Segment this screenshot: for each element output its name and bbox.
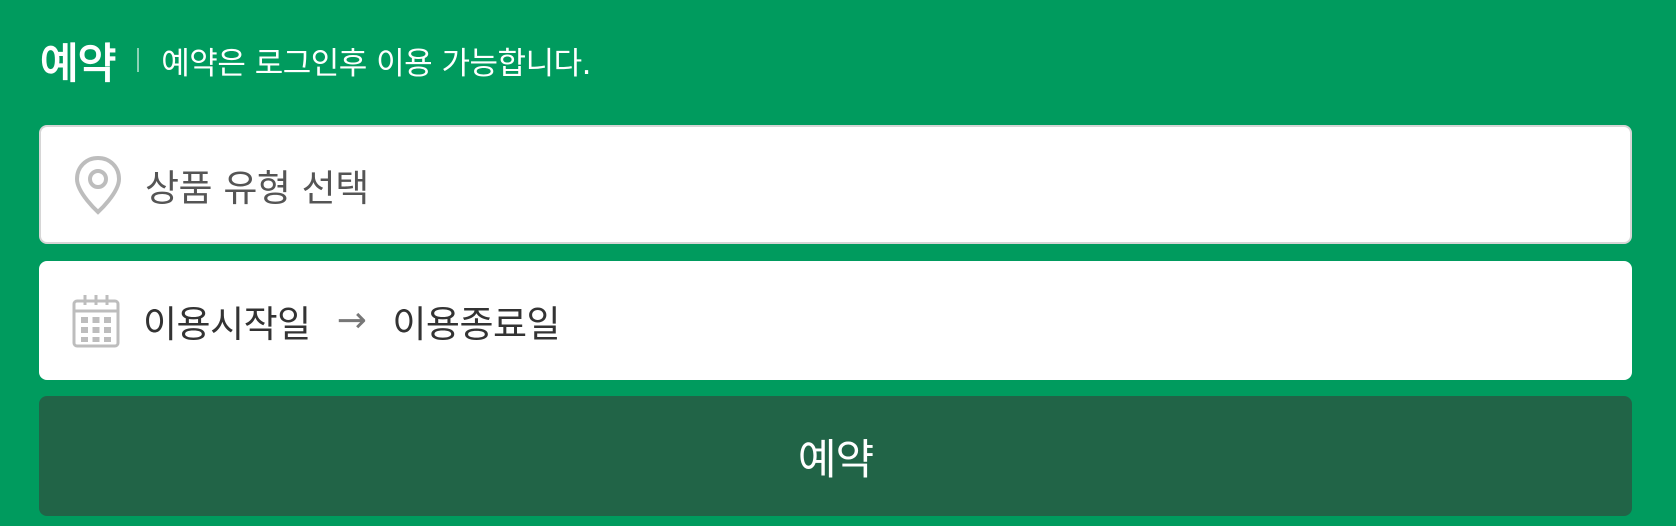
reserve-button[interactable]: 예약 — [39, 396, 1632, 516]
product-type-select[interactable]: 상품 유형 선택 — [39, 125, 1632, 244]
product-type-placeholder: 상품 유형 선택 — [145, 166, 369, 210]
login-notice: 예약은 로그인후 이용 가능합니다. — [161, 45, 591, 82]
end-date-label[interactable]: 이용종료일 — [392, 294, 560, 348]
date-range-text: 이용시작일 → 이용종료일 — [143, 294, 561, 348]
page-title: 예약 — [40, 38, 116, 88]
date-range-picker[interactable]: 이용시작일 → 이용종료일 — [39, 261, 1632, 380]
start-date-label[interactable]: 이용시작일 — [143, 294, 311, 348]
arrow-right-icon: → — [336, 300, 367, 341]
header-divider — [137, 48, 140, 72]
reservation-header: 예약 예약은 로그인후 이용 가능합니다. — [40, 30, 591, 90]
calendar-icon — [72, 294, 120, 347]
location-pin-icon — [74, 155, 122, 215]
